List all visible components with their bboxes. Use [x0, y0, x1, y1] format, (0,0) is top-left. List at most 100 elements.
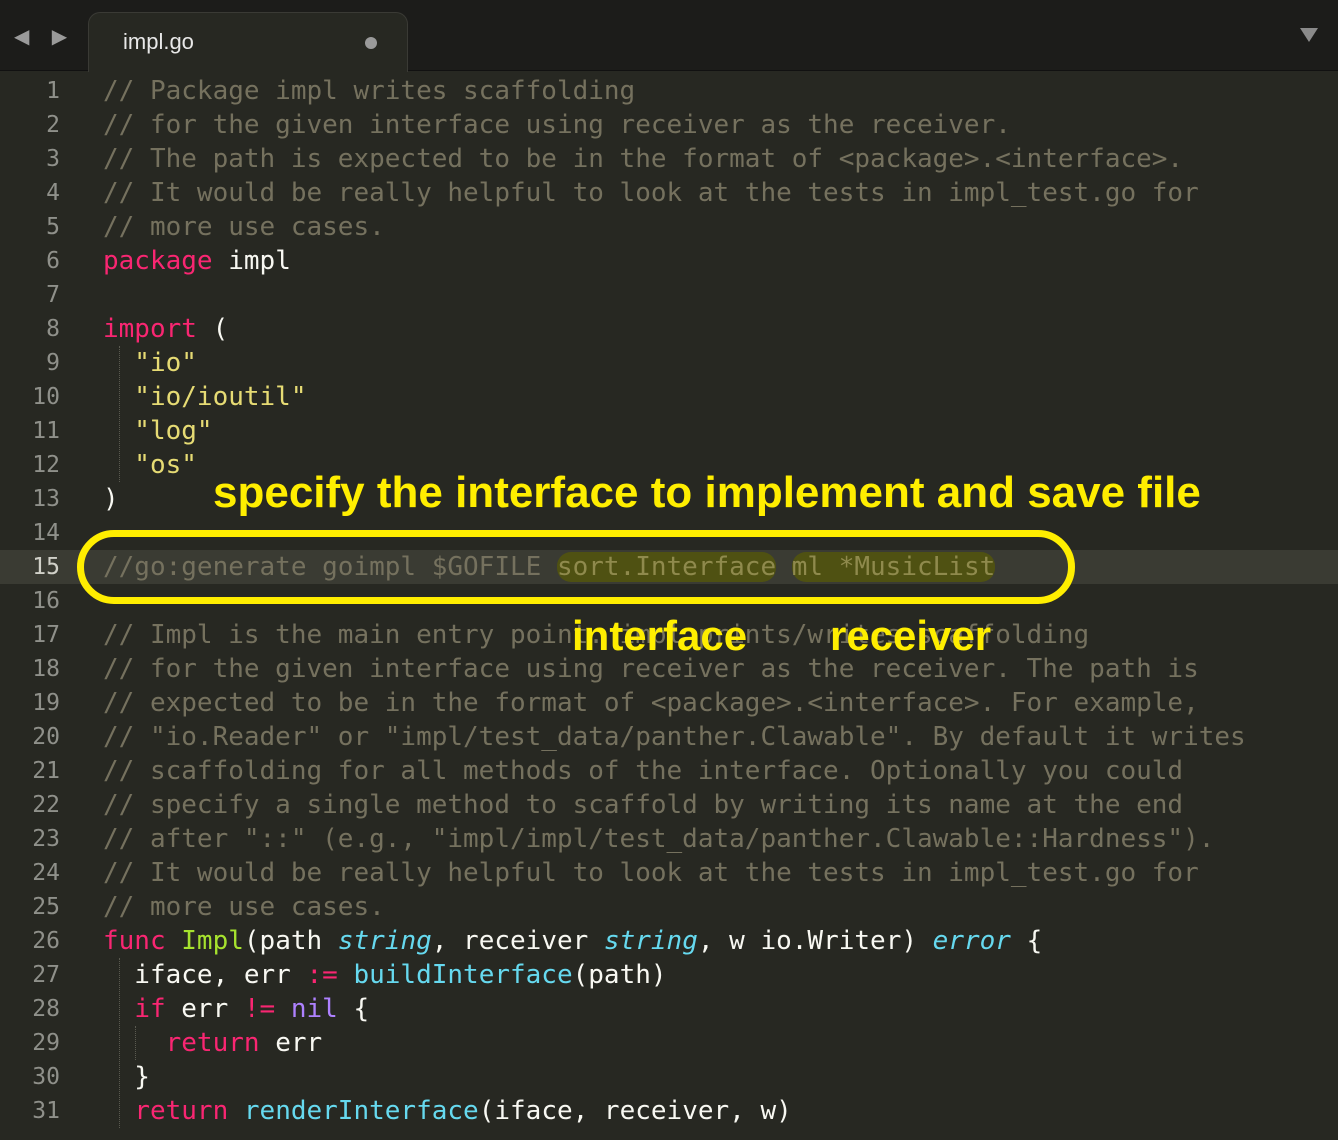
code-token: "io/ioutil" — [103, 382, 307, 412]
code-token: // for the given interface using receive… — [103, 110, 1011, 140]
code-token: renderInterface — [243, 1096, 479, 1126]
code-text: // for the given interface using receive… — [103, 108, 1011, 142]
line-number: 2 — [46, 112, 60, 138]
code-token: ( — [196, 314, 229, 344]
code-token: // more use cases. — [103, 892, 385, 922]
line-number: 13 — [32, 486, 60, 512]
line-number: 24 — [32, 860, 60, 886]
line-number: 23 — [32, 826, 60, 852]
code-token: // "io.Reader" or "impl/test_data/panthe… — [103, 722, 1246, 752]
code-line[interactable]: 23 // after "::" (e.g., "impl/impl/test_d… — [0, 822, 1338, 856]
code-token: buildInterface — [353, 960, 573, 990]
line-number: 16 — [32, 588, 60, 614]
nav-arrows-icon[interactable]: ◀ ▶ — [14, 24, 75, 48]
line-number: 4 — [46, 180, 60, 206]
code-line[interactable]: 22 // specify a single method to scaffold… — [0, 788, 1338, 822]
code-token: // It would be really helpful to look at… — [103, 858, 1199, 888]
code-text: // expected to be in the format of <pack… — [103, 686, 1199, 720]
indent-guide — [119, 958, 120, 1128]
line-number: 18 — [32, 656, 60, 682]
code-token: return — [134, 1096, 229, 1126]
code-text: // "io.Reader" or "impl/test_data/panthe… — [103, 720, 1246, 754]
code-token: func — [103, 926, 166, 956]
line-number: 9 — [46, 350, 60, 376]
line-number: 21 — [32, 758, 60, 784]
code-line[interactable]: 7 — [0, 278, 1338, 312]
code-line[interactable]: 29 return err — [0, 1026, 1338, 1060]
code-token: != — [243, 994, 276, 1024]
code-line[interactable]: 25 // more use cases. — [0, 890, 1338, 924]
code-token: return — [165, 1028, 260, 1058]
code-token: "io" — [103, 348, 197, 378]
code-token: { — [1010, 926, 1043, 956]
code-line[interactable]: 6 package impl — [0, 244, 1338, 278]
code-line[interactable]: 30 } — [0, 1060, 1338, 1094]
line-number: 7 — [46, 282, 60, 308]
code-text: package impl — [103, 244, 291, 278]
code-line[interactable]: 10 "io/ioutil" — [0, 380, 1338, 414]
code-text: func Impl(path string, receiver string, … — [103, 924, 1042, 958]
code-text: // after "::" (e.g., "impl/impl/test_dat… — [103, 822, 1214, 856]
code-token: string — [603, 926, 698, 956]
code-token: (path) — [572, 960, 667, 990]
code-token: // more use cases. — [103, 212, 385, 242]
code-text: "io" — [103, 346, 197, 380]
line-number: 19 — [32, 690, 60, 716]
code-line[interactable]: 4 // It would be really helpful to look a… — [0, 176, 1338, 210]
indent-guide — [119, 346, 120, 482]
code-line[interactable]: 2 // for the given interface using receiv… — [0, 108, 1338, 142]
line-number: 14 — [32, 520, 60, 546]
code-text: "io/ioutil" — [103, 380, 307, 414]
line-number: 6 — [46, 248, 60, 274]
code-token: // after "::" (e.g., "impl/impl/test_dat… — [103, 824, 1215, 854]
line-number: 8 — [46, 316, 60, 342]
code-text: // It would be really helpful to look at… — [103, 856, 1199, 890]
code-token: // scaffolding for all methods of the in… — [103, 756, 1184, 786]
dot-icon[interactable] — [365, 37, 377, 49]
line-number: 1 — [46, 78, 60, 104]
code-token: if — [134, 994, 166, 1024]
code-token: string — [337, 926, 432, 956]
annotation-receiver-label: receiver — [830, 612, 992, 659]
line-number: 15 — [32, 554, 60, 580]
code-text: return renderInterface(iface, receiver, … — [103, 1094, 791, 1128]
code-line[interactable]: 1 // Package impl writes scaffolding — [0, 74, 1338, 108]
code-text: ) — [103, 482, 119, 516]
code-text: // Package impl writes scaffolding — [103, 74, 635, 108]
code-line[interactable]: 21 // scaffolding for all methods of the … — [0, 754, 1338, 788]
line-number: 31 — [32, 1098, 60, 1124]
annotation-heading: specify the interface to implement and s… — [213, 468, 1201, 517]
line-number: 3 — [46, 146, 60, 172]
line-number: 17 — [32, 622, 60, 648]
code-text: if err != nil { — [103, 992, 369, 1026]
code-line[interactable]: 19 // expected to be in the format of <pa… — [0, 686, 1338, 720]
code-line[interactable]: 28 if err != nil { — [0, 992, 1338, 1026]
code-line[interactable]: 20 // "io.Reader" or "impl/test_data/pant… — [0, 720, 1338, 754]
code-token: // specify a single method to scaffold b… — [103, 790, 1184, 820]
code-editor[interactable]: 1 // Package impl writes scaffolding 2 // f… — [0, 74, 1338, 1140]
tab-impl-go[interactable]: impl.go — [88, 12, 408, 72]
code-text: // more use cases. — [103, 890, 385, 924]
code-line[interactable]: 27 iface, err := buildInterface(path) — [0, 958, 1338, 992]
code-line[interactable]: 9 "io" — [0, 346, 1338, 380]
line-number: 28 — [32, 996, 60, 1022]
tab-title: impl.go — [123, 29, 194, 54]
code-token: import — [103, 314, 197, 344]
code-token: // expected to be in the format of <pack… — [103, 688, 1199, 718]
code-text: "os" — [103, 448, 197, 482]
code-line[interactable]: 8 import ( — [0, 312, 1338, 346]
code-line[interactable]: 26 func Impl(path string, receiver string… — [0, 924, 1338, 958]
line-number: 5 — [46, 214, 60, 240]
chevron-down-icon[interactable] — [1300, 28, 1318, 42]
code-line[interactable]: 3 // The path is expected to be in the fo… — [0, 142, 1338, 176]
code-token: error — [932, 926, 1011, 956]
code-line[interactable]: 31 return renderInterface(iface, receive… — [0, 1094, 1338, 1128]
line-number: 12 — [32, 452, 60, 478]
code-token: package — [103, 246, 213, 276]
code-line[interactable]: 11 "log" — [0, 414, 1338, 448]
code-token: Impl — [181, 926, 244, 956]
code-token: , receiver — [431, 926, 604, 956]
code-line[interactable]: 5 // more use cases. — [0, 210, 1338, 244]
code-line[interactable]: 24 // It would be really helpful to look … — [0, 856, 1338, 890]
